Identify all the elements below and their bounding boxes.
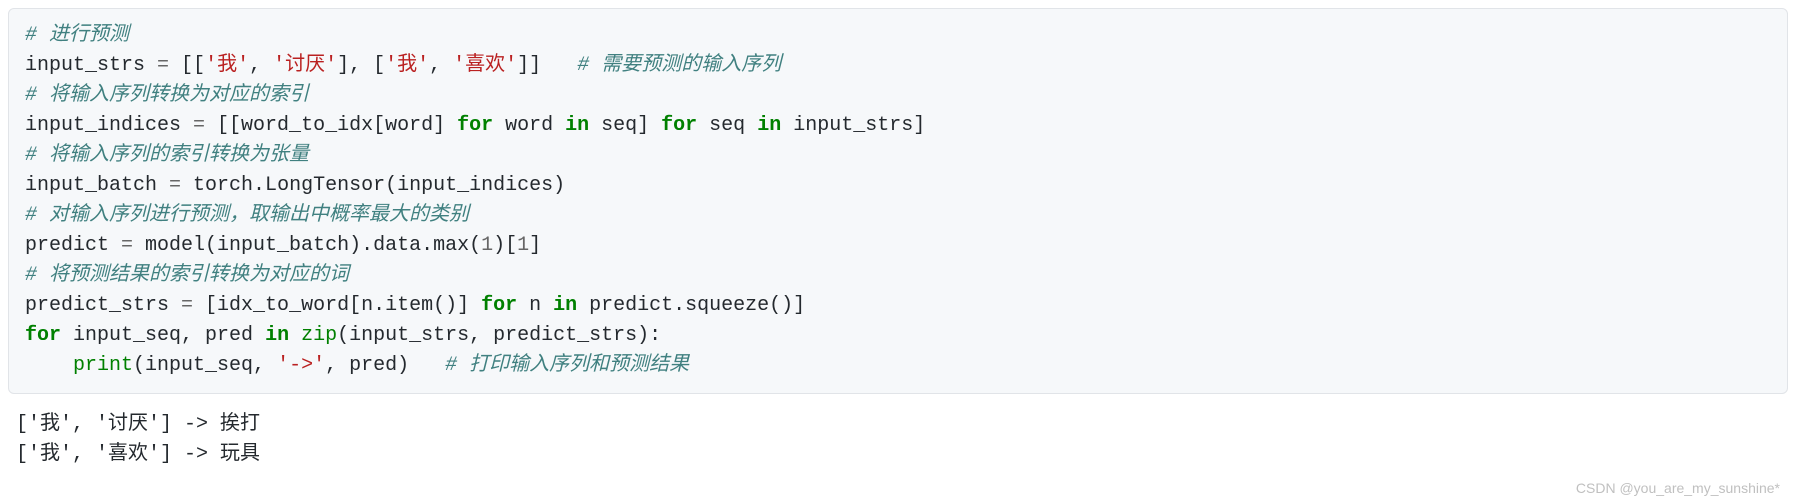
output-block: ['我', '讨厌'] -> 挨打 ['我', '喜欢'] -> 玩具 [0, 406, 1796, 474]
watermark: CSDN @you_are_my_sunshine* [0, 474, 1796, 503]
code-line-3: # 将输入序列转换为对应的索引 [25, 81, 1771, 111]
code-line-5: # 将输入序列的索引转换为张量 [25, 141, 1771, 171]
code-line-1: # 进行预测 [25, 21, 1771, 51]
code-line-6: input_batch = torch.LongTensor(input_ind… [25, 171, 1771, 201]
output-line-1: ['我', '讨厌'] -> 挨打 [16, 410, 1780, 440]
code-line-12: print(input_seq, '->', pred) # 打印输入序列和预测… [25, 351, 1771, 381]
code-line-2: input_strs = [['我', '讨厌'], ['我', '喜欢']] … [25, 51, 1771, 81]
code-line-4: input_indices = [[word_to_idx[word] for … [25, 111, 1771, 141]
code-block: # 进行预测 input_strs = [['我', '讨厌'], ['我', … [8, 8, 1788, 394]
code-line-11: for input_seq, pred in zip(input_strs, p… [25, 321, 1771, 351]
code-line-7: # 对输入序列进行预测，取输出中概率最大的类别 [25, 201, 1771, 231]
code-line-9: # 将预测结果的索引转换为对应的词 [25, 261, 1771, 291]
comment: # 进行预测 [25, 24, 129, 47]
output-line-2: ['我', '喜欢'] -> 玩具 [16, 440, 1780, 470]
code-line-8: predict = model(input_batch).data.max(1)… [25, 231, 1771, 261]
code-line-10: predict_strs = [idx_to_word[n.item()] fo… [25, 291, 1771, 321]
